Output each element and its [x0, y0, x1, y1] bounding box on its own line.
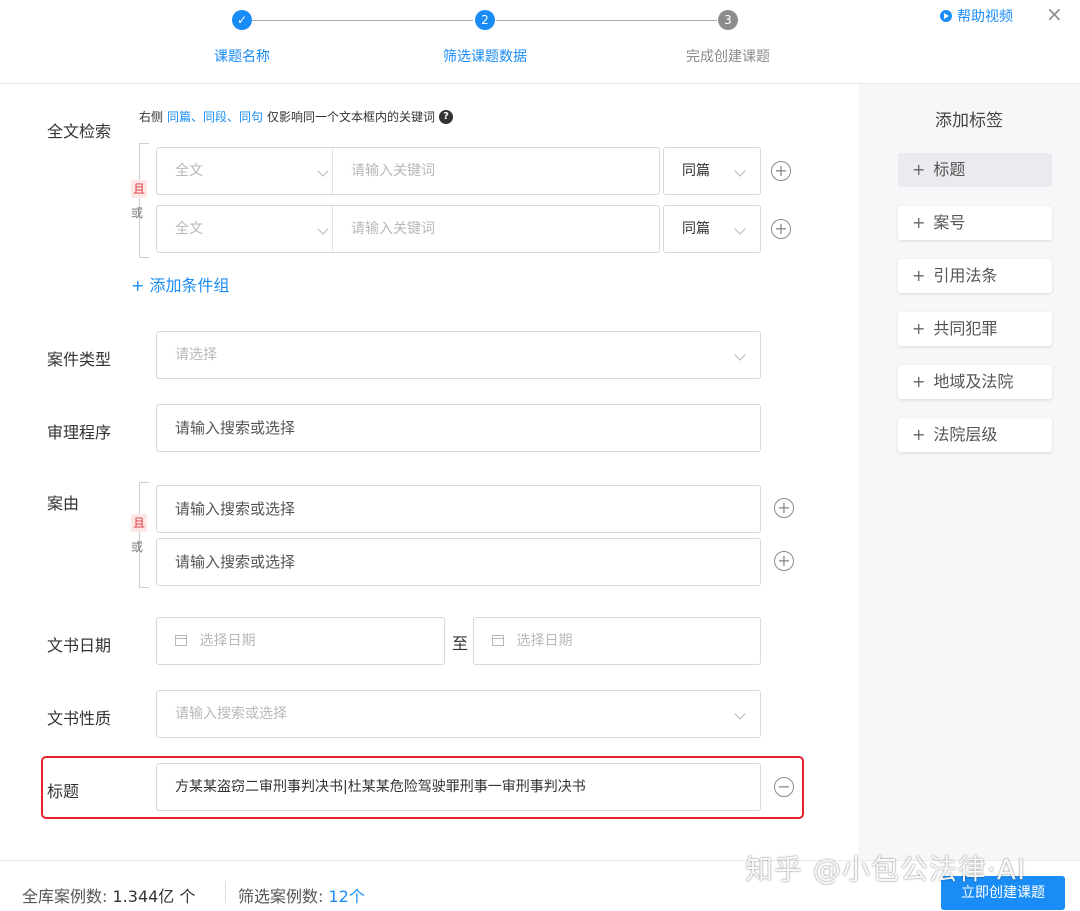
add-cause-plus-icon[interactable]: + — [774, 551, 794, 571]
stepper-header: ✓ 2 3 课题名称 筛选课题数据 完成创建课题 帮助视频 × — [0, 0, 1080, 84]
date-to-picker[interactable]: 选择日期 — [473, 617, 761, 665]
cause-input-1[interactable]: 请输入搜索或选择 — [156, 485, 761, 533]
step-connector — [252, 20, 473, 21]
step-2-label: 筛选课题数据 — [443, 49, 527, 65]
date-to-placeholder: 选择日期 — [516, 633, 573, 649]
add-condition-group-button[interactable]: + 添加条件组 — [131, 272, 230, 296]
cause-placeholder: 请输入搜索或选择 — [175, 553, 296, 571]
add-tag-sidebar: 添加标签 + 标题 + 案号 + 引用法条 + 共同犯罪 + 地域及法院 + 法院层级 — [858, 84, 1080, 862]
doc-nature-select[interactable]: 请输入搜索或选择 — [156, 690, 761, 738]
step-connector — [496, 20, 717, 21]
title-value: 方某某盗窃二审刑事判决书|杜某某危险驾驶罪刑事一审刑事判决书 — [175, 779, 586, 795]
fulltext-row-2: 全文 请输入关键词 — [156, 205, 660, 253]
note-scope-links: 同篇、同段、同句 — [167, 110, 264, 124]
doc-nature-label: 文书性质 — [47, 709, 112, 728]
chevron-down-icon — [734, 708, 746, 720]
cause-or-toggle[interactable]: 或 — [131, 538, 143, 555]
close-icon[interactable]: × — [1046, 2, 1063, 26]
chevron-down-icon — [317, 223, 329, 235]
add-row-plus-icon[interactable]: + — [771, 161, 791, 181]
date-from-placeholder: 选择日期 — [199, 633, 256, 649]
tag-cited-law[interactable]: + 引用法条 — [898, 259, 1052, 293]
keyword-input[interactable]: 请输入关键词 — [351, 148, 435, 194]
calendar-icon — [492, 635, 504, 646]
keyword-input[interactable]: 请输入关键词 — [351, 206, 435, 252]
fulltext-label: 全文检索 — [47, 122, 112, 141]
fulltext-or-toggle[interactable]: 或 — [131, 204, 143, 221]
scope-select[interactable]: 全文 — [175, 221, 203, 237]
tag-region-court[interactable]: + 地域及法院 — [898, 365, 1052, 399]
cause-label: 案由 — [47, 494, 80, 513]
scope-select[interactable]: 全文 — [175, 163, 203, 179]
chevron-down-icon — [317, 165, 329, 177]
calendar-icon — [175, 635, 187, 646]
date-range-separator: 至 — [452, 634, 469, 653]
remove-title-minus-icon[interactable]: − — [774, 777, 794, 797]
help-question-icon[interactable]: ? — [439, 109, 454, 124]
total-cases-stat: 全库案例数: 1.344亿 个 — [22, 887, 196, 906]
case-type-placeholder: 请选择 — [175, 347, 217, 363]
help-video-link[interactable]: 帮助视频 — [940, 6, 1013, 26]
doc-nature-placeholder: 请输入搜索或选择 — [175, 706, 287, 722]
case-type-label: 案件类型 — [47, 350, 112, 369]
note-prefix: 右侧 — [139, 110, 164, 124]
tag-title[interactable]: + 标题 — [898, 153, 1052, 187]
case-type-select[interactable]: 请选择 — [156, 331, 761, 379]
procedure-placeholder: 请输入搜索或选择 — [175, 419, 296, 437]
help-video-label: 帮助视频 — [957, 9, 1013, 25]
title-input[interactable]: 方某某盗窃二审刑事判决书|杜某某危险驾驶罪刑事一审刑事判决书 — [156, 763, 761, 811]
chevron-down-icon — [734, 165, 746, 177]
step-1-label[interactable]: 课题名称 — [214, 46, 270, 66]
cause-and-toggle[interactable]: 且 — [131, 514, 147, 532]
range-value: 同篇 — [682, 221, 710, 237]
range-value: 同篇 — [682, 163, 710, 179]
cause-logic-bracket — [139, 482, 155, 588]
range-select[interactable]: 同篇 — [663, 147, 761, 195]
doc-date-label: 文书日期 — [47, 636, 112, 655]
step-2-indicator: 2 — [475, 10, 495, 30]
add-cause-plus-icon[interactable]: + — [774, 498, 794, 518]
tag-case-number[interactable]: + 案号 — [898, 206, 1052, 240]
chevron-down-icon — [734, 223, 746, 235]
tag-court-level[interactable]: + 法院层级 — [898, 418, 1052, 452]
range-select[interactable]: 同篇 — [663, 205, 761, 253]
filtered-cases-stat: 筛选案例数: 12个 — [238, 887, 365, 906]
sidebar-title: 添加标签 — [935, 111, 1003, 131]
procedure-input[interactable]: 请输入搜索或选择 — [156, 404, 761, 452]
date-from-picker[interactable]: 选择日期 — [156, 617, 445, 665]
cause-input-2[interactable]: 请输入搜索或选择 — [156, 538, 761, 586]
procedure-label: 审理程序 — [47, 423, 112, 442]
add-row-plus-icon[interactable]: + — [771, 219, 791, 239]
chevron-down-icon — [734, 349, 746, 361]
cause-placeholder: 请输入搜索或选择 — [175, 500, 296, 518]
step-1-check-icon: ✓ — [232, 10, 252, 30]
title-label: 标题 — [47, 782, 80, 801]
fulltext-row-1: 全文 请输入关键词 — [156, 147, 660, 195]
note-suffix: 仅影响同一个文本框内的关键词 — [267, 110, 436, 124]
watermark: 知乎 @小包公法律·AI — [745, 853, 1027, 886]
fulltext-note: 右侧 同篇、同段、同句 仅影响同一个文本框内的关键词 ? — [139, 108, 454, 125]
tag-joint-crime[interactable]: + 共同犯罪 — [898, 312, 1052, 346]
step-3-label: 完成创建课题 — [686, 49, 770, 65]
step-3-indicator: 3 — [718, 10, 738, 30]
fulltext-logic-bracket — [139, 143, 155, 258]
play-icon — [940, 10, 952, 22]
fulltext-and-toggle[interactable]: 且 — [131, 180, 147, 198]
